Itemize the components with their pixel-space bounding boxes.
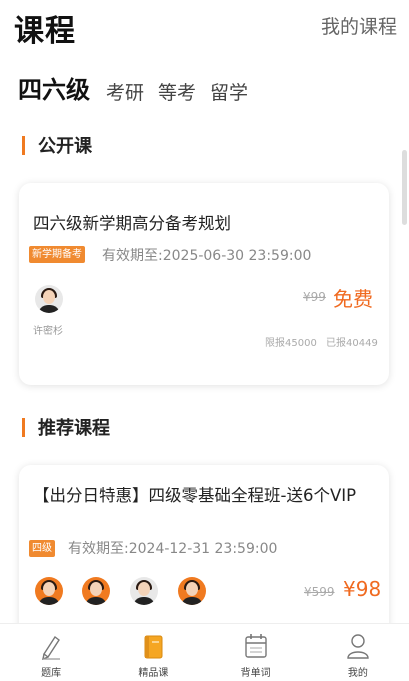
nav-label: 精品课 bbox=[138, 668, 169, 679]
nav-label: 背单词 bbox=[240, 668, 271, 679]
tab-cet[interactable]: 四六级 bbox=[18, 70, 90, 105]
section-accent-bar bbox=[22, 135, 25, 155]
teacher-avatar bbox=[178, 577, 206, 605]
nav-item-courses[interactable]: 精品课 bbox=[102, 624, 204, 681]
tab-kaoyan[interactable]: 考研 bbox=[106, 78, 144, 105]
nav-label: 我的 bbox=[347, 668, 368, 679]
limit-count: 限报45000 bbox=[265, 338, 317, 349]
section-title: 公开课 bbox=[38, 136, 92, 157]
course-price: ¥98 bbox=[343, 577, 382, 601]
tab-liuxue[interactable]: 留学 bbox=[210, 78, 248, 105]
nav-item-words[interactable]: 背单词 bbox=[205, 624, 307, 681]
course-price: 免费 bbox=[333, 287, 373, 311]
user-icon bbox=[347, 634, 369, 659]
original-price: ¥599 bbox=[304, 585, 335, 599]
nav-item-tiku[interactable]: 题库 bbox=[0, 624, 102, 681]
my-courses-link[interactable]: 我的课程 bbox=[321, 12, 397, 39]
section-recommended: 推荐课程 bbox=[22, 414, 110, 440]
course-tag: 四级 bbox=[29, 540, 55, 557]
pencil-icon bbox=[42, 635, 61, 660]
teacher-avatar bbox=[35, 577, 63, 605]
enrolled-count: 已报40449 bbox=[326, 338, 378, 349]
header: 课程 我的课程 bbox=[0, 0, 409, 52]
scrollbar[interactable] bbox=[402, 150, 407, 225]
course-validity: 有效期至:2024-12-31 23:59:00 bbox=[68, 541, 278, 557]
section-title: 推荐课程 bbox=[38, 418, 110, 439]
bottom-nav: 题库 精品课 背单词 我的 bbox=[0, 623, 409, 681]
calendar-icon bbox=[244, 634, 267, 658]
book-icon bbox=[144, 635, 163, 659]
teacher-avatar bbox=[82, 577, 110, 605]
category-tabs: 四六级 考研 等考 留学 bbox=[18, 70, 262, 105]
section-public: 公开课 bbox=[22, 132, 92, 158]
teacher-name: 许密杉 bbox=[33, 326, 63, 337]
teacher-avatar bbox=[35, 285, 63, 313]
section-accent-bar bbox=[22, 417, 25, 437]
tab-dengkao[interactable]: 等考 bbox=[158, 78, 196, 105]
teacher-avatar bbox=[130, 577, 158, 605]
nav-label: 题库 bbox=[41, 668, 62, 679]
course-title: 四六级新学期高分备考规划 bbox=[33, 214, 231, 233]
nav-item-mine[interactable]: 我的 bbox=[307, 624, 409, 681]
page-title: 课程 bbox=[14, 14, 76, 49]
course-card[interactable]: 四六级新学期高分备考规划 新学期备考 有效期至:2025-06-30 23:59… bbox=[19, 183, 389, 385]
original-price: ¥99 bbox=[303, 290, 326, 304]
course-validity: 有效期至:2025-06-30 23:59:00 bbox=[102, 248, 312, 264]
course-tag: 新学期备考 bbox=[29, 246, 85, 263]
course-title: 【出分日特惠】四级零基础全程班-送6个VIP bbox=[33, 486, 357, 505]
